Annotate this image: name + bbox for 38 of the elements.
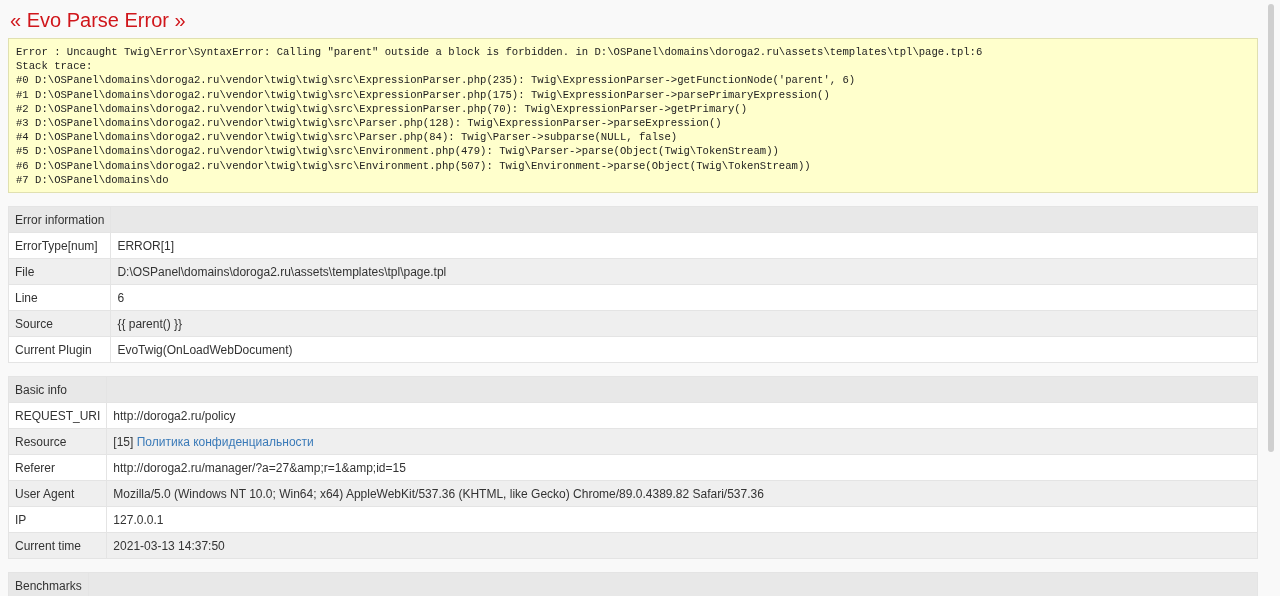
error-title: « Evo Parse Error » — [10, 8, 187, 32]
stack-trace-line: #1 D:\OSPanel\domains\doroga2.ru\vendor\twig\twig\src\ExpressionParser.php(175): Twig\ExpressionParser->parsePrimaryExpression() — [16, 87, 831, 102]
table-cell: Referer — [8, 454, 107, 481]
table-cell: ERROR[1] — [110, 232, 1258, 259]
table-cell: User Agent — [8, 480, 107, 507]
stack-trace-line: Stack trace: — [16, 59, 94, 74]
stack-trace-line: #4 D:\OSPanel\domains\doroga2.ru\vendor\twig\twig\src\Parser.php(84): Twig\Parser->subparse(NULL, false) — [16, 130, 679, 145]
stack-trace-line: #5 D:\OSPanel\domains\doroga2.ru\vendor\twig\twig\src\Environment.php(479): Twig\Parser->parse(Object(Twig\TokenStream)) — [16, 144, 780, 159]
stack-trace-line: Error : Uncaught Twig\Error\SyntaxError: Calling "parent" outside a block is forbidden. in D:\OSPanel\domains\doroga2.ru\assets\templates\tpl\page.tpl:6 — [16, 45, 984, 60]
stack-trace-line: #7 D:\OSPanel\domains\do — [16, 172, 170, 188]
table-cell: Current time — [8, 532, 107, 559]
table-cell: REQUEST_URI — [8, 402, 107, 429]
table-cell: 6 — [110, 284, 1258, 311]
resource-link[interactable]: Политика конфиденциальности — [136, 434, 314, 449]
table-heading: Benchmarks — [8, 572, 89, 596]
table-cell: {{ parent() }} — [110, 310, 1258, 337]
table-cell: D:\OSPanel\domains\doroga2.ru\assets\templates\tpl\page.tpl — [110, 258, 1258, 285]
table-cell: http://doroga2.ru/manager/?a=27&amp;r=1&amp;id=15 — [106, 454, 1258, 481]
stack-trace-line: #3 D:\OSPanel\domains\doroga2.ru\vendor\twig\twig\src\Parser.php(128): Twig\ExpressionParser->parseExpression() — [16, 116, 723, 131]
table-cell: ErrorType[num] — [8, 232, 111, 259]
table-cell: 127.0.0.1 — [106, 506, 1258, 533]
table-cell: Resource — [8, 428, 107, 455]
table-cell: Line — [8, 284, 111, 311]
table-heading: Basic info — [8, 376, 107, 403]
scrollbar-thumb[interactable] — [1268, 4, 1274, 452]
table-cell: EvoTwig(OnLoadWebDocument) — [110, 336, 1258, 363]
stack-trace-line: #6 D:\OSPanel\domains\doroga2.ru\vendor\twig\twig\src\Environment.php(507): Twig\Environment->parse(Object(Twig\TokenStream)) — [16, 158, 812, 173]
table-cell: Mozilla/5.0 (Windows NT 10.0; Win64; x64) AppleWebKit/537.36 (KHTML, like Gecko) Chrome/89.0.4389.82 Safari/537.36 — [106, 480, 1258, 507]
table-heading: Error information — [8, 206, 111, 233]
stack-trace-line: #0 D:\OSPanel\domains\doroga2.ru\vendor\twig\twig\src\ExpressionParser.php(235): Twig\ExpressionParser->getFunctionNode('parent', 6) — [16, 73, 857, 88]
table-cell: File — [8, 258, 111, 285]
resource-id: [15] — [113, 434, 134, 449]
table-cell: Current Plugin — [8, 336, 111, 363]
stack-trace-line: #2 D:\OSPanel\domains\doroga2.ru\vendor\twig\twig\src\ExpressionParser.php(70): Twig\ExpressionParser->getPrimary() — [16, 101, 749, 116]
table-cell: Source — [8, 310, 111, 337]
table-cell: http://doroga2.ru/policy — [106, 402, 1258, 429]
table-cell: IP — [8, 506, 107, 533]
table-cell: 2021-03-13 14:37:50 — [106, 532, 1258, 559]
